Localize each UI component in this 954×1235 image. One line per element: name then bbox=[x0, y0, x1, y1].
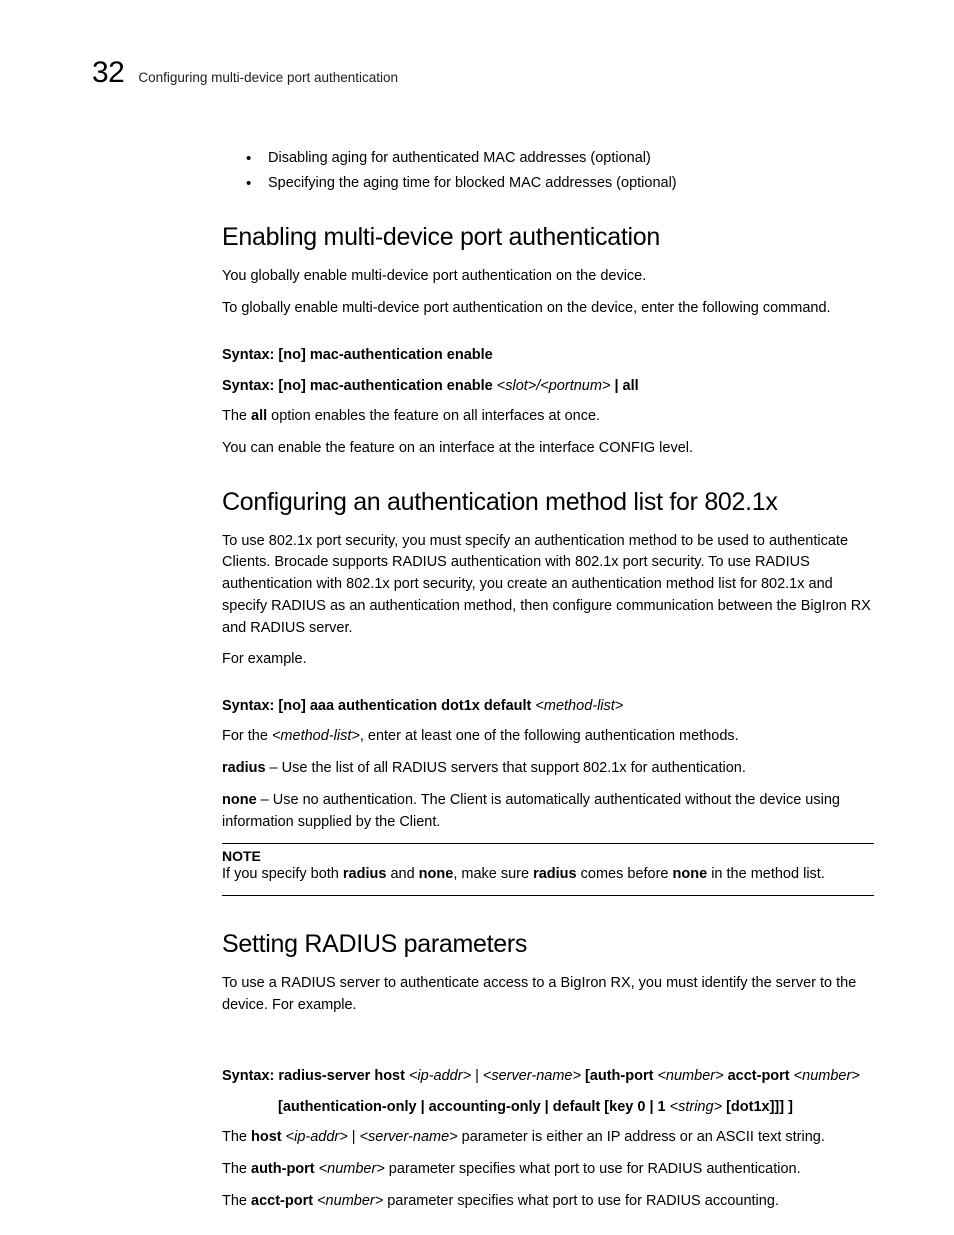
text: [dot1x]]] ] bbox=[722, 1099, 793, 1115]
text: The bbox=[222, 408, 251, 424]
text: , make sure bbox=[453, 866, 533, 882]
keyword: host bbox=[251, 1129, 282, 1145]
text: The bbox=[222, 1193, 251, 1209]
variable: <ip-addr> bbox=[409, 1068, 471, 1084]
text: parameter specifies what port to use for… bbox=[385, 1161, 801, 1177]
syntax-body: [no] aaa authentication dot1x default bbox=[274, 698, 535, 714]
keyword: radius bbox=[343, 866, 387, 882]
section-heading-configuring: Configuring an authentication method lis… bbox=[222, 488, 874, 517]
syntax-block: Syntax: [no] mac-authentication enable S… bbox=[222, 344, 874, 398]
variable: <server-name> bbox=[360, 1129, 458, 1145]
keyword: acct-port bbox=[251, 1193, 313, 1209]
keyword: radius bbox=[222, 760, 266, 776]
text: The bbox=[222, 1129, 251, 1145]
note-text: If you specify both radius and none, mak… bbox=[222, 864, 874, 885]
text: acct-port bbox=[724, 1068, 794, 1084]
paragraph: To use a RADIUS server to authenticate a… bbox=[222, 973, 874, 1017]
syntax-line: Syntax: [no] aaa authentication dot1x de… bbox=[222, 695, 874, 718]
text: parameter is either an IP address or an … bbox=[458, 1129, 825, 1145]
paragraph: The acct-port <number> parameter specifi… bbox=[222, 1191, 874, 1213]
paragraph: The host <ip-addr> | <server-name> param… bbox=[222, 1127, 874, 1149]
text: [auth-port bbox=[581, 1068, 658, 1084]
paragraph: You can enable the feature on an interfa… bbox=[222, 438, 874, 460]
page: 32 Configuring multi-device port authent… bbox=[0, 0, 954, 1235]
text: parameter specifies what port to use for… bbox=[383, 1193, 779, 1209]
text: | bbox=[471, 1068, 483, 1084]
keyword: none bbox=[673, 866, 708, 882]
syntax-line: Syntax: [no] mac-authentication enable bbox=[222, 344, 874, 367]
syntax-label: Syntax: bbox=[222, 1068, 274, 1084]
note-rule bbox=[222, 843, 874, 844]
keyword: radius bbox=[533, 866, 577, 882]
section-heading-radius: Setting RADIUS parameters bbox=[222, 930, 874, 959]
paragraph: The all option enables the feature on al… bbox=[222, 406, 874, 428]
syntax-label: Syntax: bbox=[222, 347, 274, 363]
keyword: auth-port bbox=[251, 1161, 315, 1177]
syntax-block: Syntax: radius-server host <ip-addr> | <… bbox=[222, 1065, 874, 1119]
variable: <string> bbox=[670, 1099, 722, 1115]
text: in the method list. bbox=[707, 866, 825, 882]
variable: <method-list> bbox=[272, 728, 360, 744]
text: and bbox=[386, 866, 418, 882]
text: If you specify both bbox=[222, 866, 343, 882]
syntax-line: Syntax: [no] mac-authentication enable <… bbox=[222, 375, 874, 398]
paragraph: To globally enable multi-device port aut… bbox=[222, 298, 874, 320]
paragraph: You globally enable multi-device port au… bbox=[222, 266, 874, 288]
intro-bullets: Disabling aging for authenticated MAC ad… bbox=[246, 146, 874, 195]
syntax-tail: | all bbox=[610, 378, 638, 394]
syntax-var: <method-list> bbox=[535, 698, 623, 714]
paragraph: The auth-port <number> parameter specifi… bbox=[222, 1159, 874, 1181]
keyword: none bbox=[222, 792, 257, 808]
list-item: Specifying the aging time for blocked MA… bbox=[246, 171, 874, 196]
syntax-var: <slot>/<portnum> bbox=[497, 378, 611, 394]
text: – Use no authentication. The Client is a… bbox=[222, 792, 840, 830]
header-title: Configuring multi-device port authentica… bbox=[138, 70, 398, 85]
syntax-label: Syntax: bbox=[222, 378, 274, 394]
variable: <number> bbox=[317, 1193, 383, 1209]
syntax-line: [authentication-only | accounting-only |… bbox=[222, 1096, 874, 1119]
text: comes before bbox=[577, 866, 673, 882]
paragraph: For the <method-list>, enter at least on… bbox=[222, 726, 874, 748]
paragraph: radius – Use the list of all RADIUS serv… bbox=[222, 758, 874, 780]
syntax-line: Syntax: radius-server host <ip-addr> | <… bbox=[222, 1065, 874, 1088]
list-item: Disabling aging for authenticated MAC ad… bbox=[246, 146, 874, 171]
text: [authentication-only | accounting-only |… bbox=[278, 1099, 670, 1115]
text: | bbox=[348, 1129, 360, 1145]
text: For the bbox=[222, 728, 272, 744]
paragraph: For example. bbox=[222, 649, 874, 671]
paragraph: none – Use no authentication. The Client… bbox=[222, 790, 874, 834]
running-header: 32 Configuring multi-device port authent… bbox=[92, 56, 874, 90]
syntax-body: [no] mac-authentication enable bbox=[274, 347, 492, 363]
syntax-label: Syntax: bbox=[222, 698, 274, 714]
paragraph: To use 802.1x port security, you must sp… bbox=[222, 531, 874, 640]
text: radius-server host bbox=[274, 1068, 409, 1084]
variable: <number> bbox=[794, 1068, 860, 1084]
syntax-body: [no] mac-authentication enable bbox=[274, 378, 496, 394]
page-number: 32 bbox=[92, 56, 124, 90]
note-label: NOTE bbox=[222, 848, 874, 864]
keyword: none bbox=[419, 866, 454, 882]
note-rule bbox=[222, 895, 874, 896]
variable: <ip-addr> bbox=[286, 1129, 348, 1145]
content-column: Disabling aging for authenticated MAC ad… bbox=[222, 146, 874, 1212]
section-heading-enabling: Enabling multi-device port authenticatio… bbox=[222, 223, 874, 252]
text: – Use the list of all RADIUS servers tha… bbox=[266, 760, 746, 776]
syntax-block: Syntax: [no] aaa authentication dot1x de… bbox=[222, 695, 874, 718]
variable: <number> bbox=[657, 1068, 723, 1084]
variable: <server-name> bbox=[483, 1068, 581, 1084]
variable: <number> bbox=[319, 1161, 385, 1177]
keyword: all bbox=[251, 408, 267, 424]
text: option enables the feature on all interf… bbox=[267, 408, 600, 424]
text: The bbox=[222, 1161, 251, 1177]
text: , enter at least one of the following au… bbox=[360, 728, 739, 744]
